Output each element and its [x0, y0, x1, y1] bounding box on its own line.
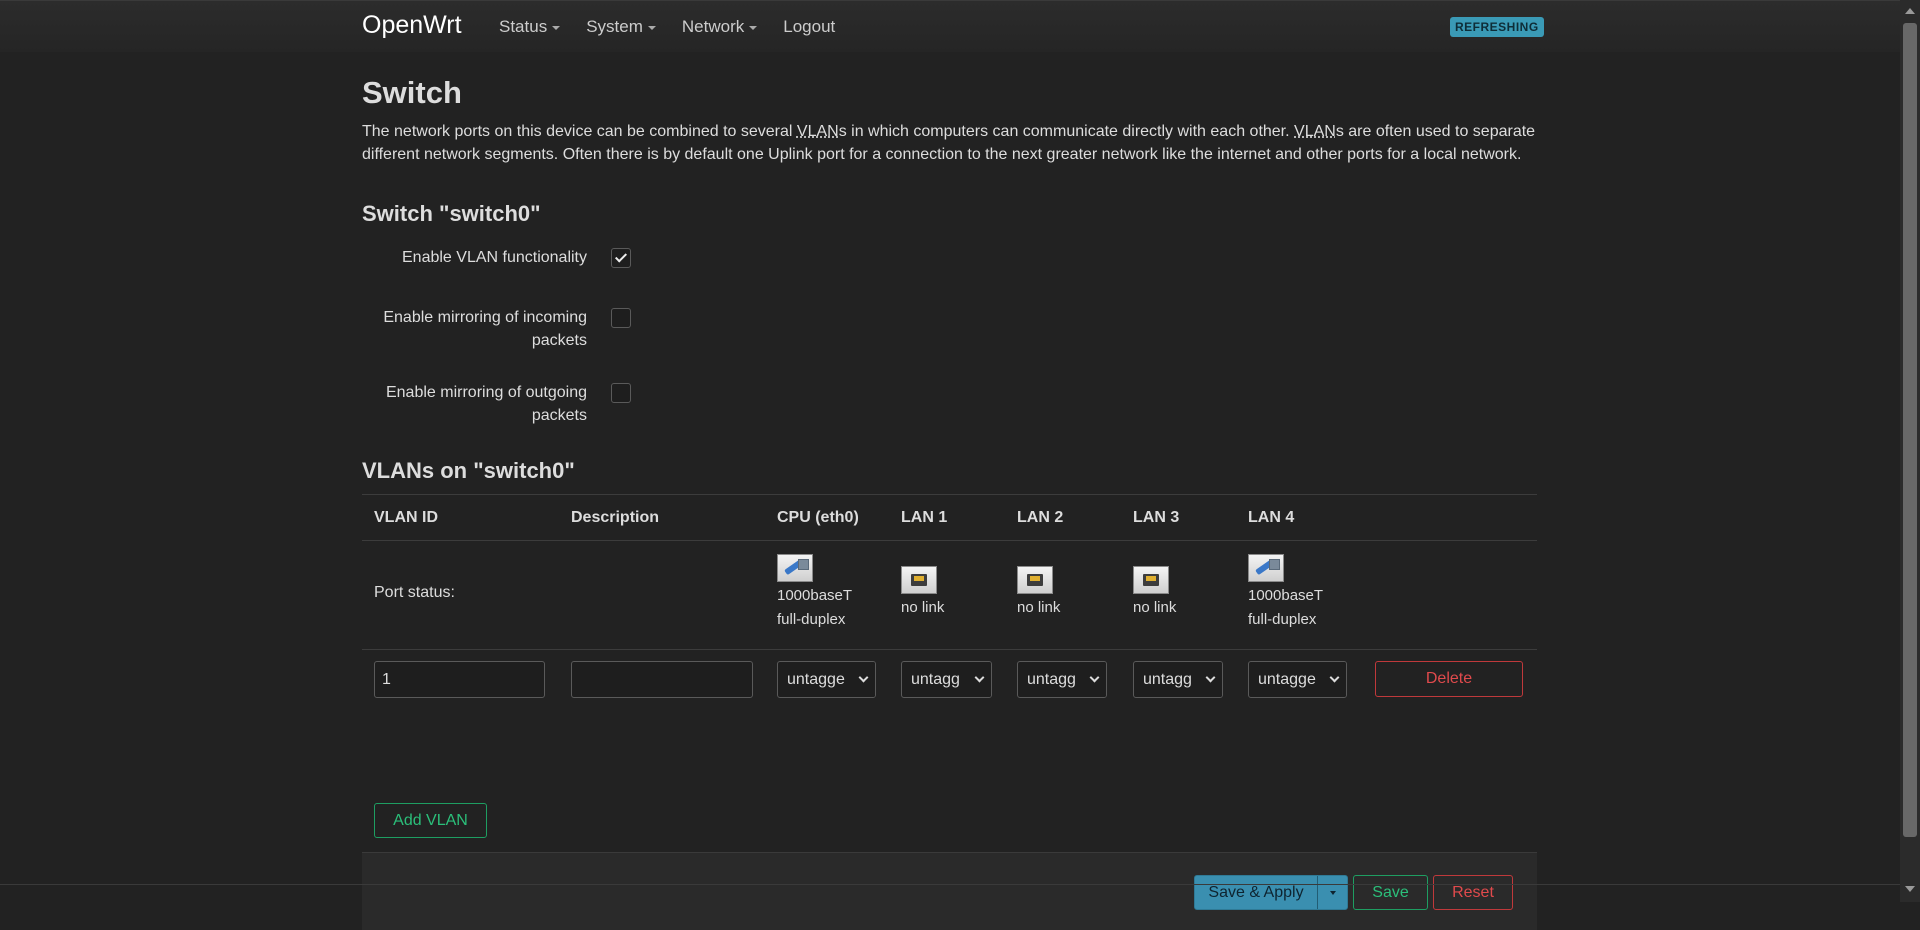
delete-vlan-button[interactable]: Delete: [1375, 661, 1523, 697]
nav-status-label: Status: [499, 17, 548, 36]
port-state: no link: [1133, 599, 1177, 616]
vlan-table: VLAN ID Description CPU (eth0) LAN 1 LAN…: [362, 494, 1537, 715]
select-value: untagg: [1027, 671, 1076, 688]
checkmark-icon: [614, 250, 628, 263]
port-lan4: 1000baseT full-duplex: [1248, 554, 1323, 632]
port-state: no link: [1017, 599, 1061, 616]
lan4-port-select[interactable]: untagge: [1248, 661, 1347, 698]
brand-logo[interactable]: OpenWrt: [362, 11, 462, 40]
col-lan3: LAN 3: [1133, 509, 1180, 526]
col-lan1: LAN 1: [901, 509, 948, 526]
main-nav: Status System Network Logout: [499, 17, 861, 37]
scroll-thumb[interactable]: [1903, 23, 1917, 837]
add-vlan-button[interactable]: Add VLAN: [374, 803, 487, 838]
vlan-abbr: VLAN: [796, 123, 839, 140]
reset-button[interactable]: Reset: [1433, 875, 1513, 910]
main-content: Switch The network ports on this device …: [362, 70, 1537, 930]
nav-network[interactable]: Network: [681, 17, 758, 37]
port-duplex: full-duplex: [777, 611, 846, 628]
select-value: untagge: [787, 671, 845, 688]
footer-divider: [0, 884, 1900, 885]
table-row: 1 untagge untagg untagg untagg untagge D…: [362, 650, 1537, 715]
desc-part2: s in which computers can communicate dir…: [838, 123, 1295, 140]
port-status-label: Port status:: [374, 584, 455, 601]
table-header: VLAN ID Description CPU (eth0) LAN 1 LAN…: [362, 494, 1537, 541]
scroll-down-icon[interactable]: [1905, 886, 1915, 892]
option-label: Enable mirroring of outgoing packets: [385, 384, 587, 424]
nav-system[interactable]: System: [586, 17, 656, 37]
nav-status[interactable]: Status: [499, 17, 561, 37]
nav-system-label: System: [586, 17, 643, 36]
option-label: Enable mirroring of incoming packets: [383, 309, 587, 349]
col-lan4: LAN 4: [1248, 509, 1295, 526]
refreshing-badge[interactable]: REFRESHING: [1450, 17, 1544, 37]
lan3-port-select[interactable]: untagg: [1133, 661, 1223, 698]
vlan-description-input[interactable]: [571, 661, 753, 698]
col-description: Description: [571, 509, 660, 526]
option-enable-vlan: Enable VLAN functionality: [362, 246, 962, 276]
vlan-id-input[interactable]: 1: [374, 661, 545, 698]
cpu-port-select[interactable]: untagge: [777, 661, 876, 698]
nav-network-label: Network: [681, 17, 745, 36]
page-title: Switch: [362, 75, 462, 110]
vlan-abbr: VLAN: [1294, 123, 1336, 140]
port-speed: 1000baseT: [1248, 587, 1324, 604]
save-button[interactable]: Save: [1353, 875, 1428, 910]
ethernet-nolink-icon: [1017, 566, 1053, 594]
ethernet-nolink-icon: [901, 566, 937, 594]
caret-down-icon: [552, 26, 561, 30]
port-speed: 1000baseT: [777, 587, 853, 604]
col-cpu: CPU (eth0): [777, 509, 859, 526]
save-apply-button-group[interactable]: Save & Apply: [1194, 875, 1348, 910]
switch-section-title: Switch "switch0": [362, 201, 541, 226]
port-cpu: 1000baseT full-duplex: [777, 554, 852, 632]
caret-down-icon: [749, 26, 758, 30]
top-navbar: OpenWrt Status System Network Logout REF…: [0, 0, 1900, 52]
col-vlan-id: VLAN ID: [374, 509, 438, 526]
vlan-section-title: VLANs on "switch0": [362, 458, 575, 483]
ethernet-link-icon: [777, 554, 813, 582]
port-lan1: no link: [901, 554, 944, 620]
port-lan3: no link: [1133, 554, 1176, 620]
lan1-port-select[interactable]: untagg: [901, 661, 992, 698]
nav-logout-label: Logout: [783, 17, 836, 36]
save-apply-dropdown-button[interactable]: [1318, 876, 1347, 909]
nav-logout[interactable]: Logout: [783, 17, 835, 37]
select-value: untagg: [911, 671, 960, 688]
save-apply-button[interactable]: Save & Apply: [1195, 876, 1318, 909]
option-mirror-incoming: Enable mirroring of incoming packets: [362, 306, 962, 356]
scroll-up-icon[interactable]: [1905, 8, 1915, 14]
action-bar: Save & Apply Save Reset: [362, 852, 1537, 930]
mirror-incoming-checkbox[interactable]: [611, 308, 631, 328]
page-description: The network ports on this device can be …: [362, 120, 1537, 166]
port-status-row: Port status: 1000baseT full-duplex no li…: [362, 541, 1537, 650]
caret-down-icon: [1329, 890, 1336, 895]
desc-part1: The network ports on this device can be …: [362, 123, 797, 140]
ethernet-nolink-icon: [1133, 566, 1169, 594]
col-lan2: LAN 2: [1017, 509, 1064, 526]
select-value: untagge: [1258, 671, 1316, 688]
option-label: Enable VLAN functionality: [402, 249, 587, 266]
option-mirror-outgoing: Enable mirroring of outgoing packets: [362, 381, 962, 431]
lan2-port-select[interactable]: untagg: [1017, 661, 1107, 698]
port-lan2: no link: [1017, 554, 1060, 620]
caret-down-icon: [647, 26, 656, 30]
ethernet-link-icon: [1248, 554, 1284, 582]
port-duplex: full-duplex: [1248, 611, 1317, 628]
page-scrollbar[interactable]: [1900, 0, 1920, 902]
select-value: untagg: [1143, 671, 1192, 688]
mirror-outgoing-checkbox[interactable]: [611, 383, 631, 403]
port-state: no link: [901, 599, 945, 616]
enable-vlan-checkbox[interactable]: [611, 248, 631, 268]
